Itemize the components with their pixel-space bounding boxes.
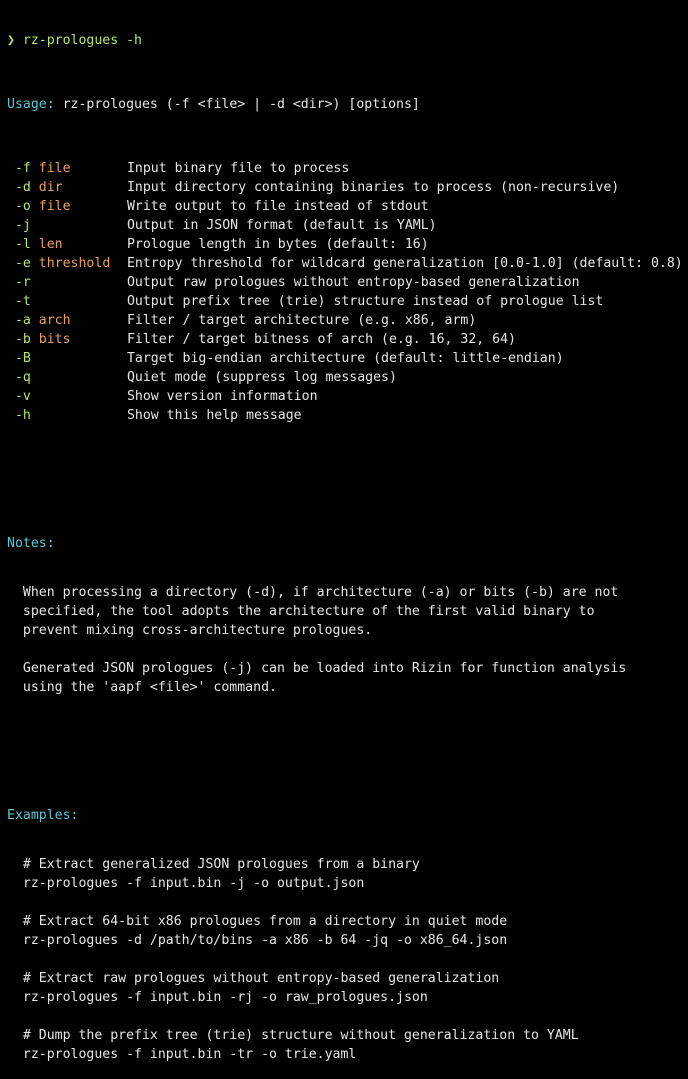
option-flag: -o [14, 199, 31, 214]
option-row: -f file Input binary file to process [7, 159, 688, 178]
options-list: -f file Input binary file to process -d d… [7, 159, 688, 425]
notes-line: Generated JSON prologues (-j) can be loa… [7, 661, 627, 676]
terminal-window[interactable]: ❯ rz-prologues -h Usage: rz-prologues (-… [0, 0, 688, 1062]
notes-line: specified, the tool adopts the architect… [7, 604, 595, 619]
option-description: Output in JSON format (default is YAML) [126, 218, 437, 233]
option-row: -d dir Input directory containing binarie… [7, 178, 688, 197]
option-arg: arch [38, 313, 71, 328]
option-description: Output prefix tree (trie) structure inst… [126, 294, 604, 309]
option-description: Write output to file instead of stdout [126, 199, 429, 214]
example-line: rz-prologues -f input.bin -tr -o trie.ya… [7, 1047, 357, 1062]
option-flag: -h [14, 408, 31, 423]
option-flag: -b [14, 332, 31, 347]
option-flag: -v [14, 389, 31, 404]
option-flag: -q [14, 370, 31, 385]
option-row: -j Output in JSON format (default is YAML… [7, 216, 688, 235]
examples-block: # Extract generalized JSON prologues fro… [7, 855, 688, 1064]
option-description: Input directory containing binaries to p… [126, 180, 620, 195]
example-line [7, 893, 688, 912]
option-flag: -d [14, 180, 31, 195]
option-description: Show this help message [126, 408, 302, 423]
example-line [7, 950, 688, 969]
option-row: -t Output prefix tree (trie) structure in… [7, 292, 688, 311]
notes-line: using the 'aapf <file>' command. [7, 680, 277, 695]
option-description: Filter / target bitness of arch (e.g. 16… [126, 332, 516, 347]
example-line: rz-prologues -d /path/to/bins -a x86 -b … [7, 933, 508, 948]
notes-line: prevent mixing cross-architecture prolog… [7, 623, 373, 638]
option-flag: -t [14, 294, 31, 309]
option-description: Prologue length in bytes (default: 16) [126, 237, 429, 252]
option-flag: -B [14, 351, 31, 366]
examples-heading: Examples: [7, 808, 79, 823]
example-line: # Extract 64-bit x86 prologues from a di… [7, 914, 508, 929]
notes-heading: Notes: [7, 536, 55, 551]
option-flag: -l [14, 237, 31, 252]
option-row: -r Output raw prologues without entropy-b… [7, 273, 688, 292]
option-row: -b bits Filter / target bitness of arch (… [7, 330, 688, 349]
example-line: # Extract raw prologues without entropy-… [7, 971, 500, 986]
option-flag: -e [14, 256, 31, 271]
option-arg: threshold [38, 256, 111, 271]
option-arg: dir [38, 180, 63, 195]
option-row: -v Show version information [7, 387, 688, 406]
option-description: Output raw prologues without entropy-bas… [126, 275, 580, 290]
option-row: -e threshold Entropy threshold for wildca… [7, 254, 688, 273]
notes-line [7, 640, 688, 659]
usage-text: rz-prologues (-f <file> | -d <dir>) [opt… [62, 97, 420, 112]
usage-label: Usage: [7, 97, 55, 112]
option-arg: bits [38, 332, 71, 347]
option-flag: -r [14, 275, 31, 290]
option-row: -l len Prologue length in bytes (default:… [7, 235, 688, 254]
option-row: -a arch Filter / target architecture (e.g… [7, 311, 688, 330]
option-row: -q Quiet mode (suppress log messages) [7, 368, 688, 387]
option-row: -o file Write output to file instead of s… [7, 197, 688, 216]
option-description: Target big-endian architecture (default:… [126, 351, 564, 366]
example-line: # Extract generalized JSON prologues fro… [7, 857, 420, 872]
notes-block: When processing a directory (-d), if arc… [7, 583, 688, 697]
example-line: # Dump the prefix tree (trie) structure … [7, 1028, 579, 1043]
prompt-symbol: ❯ [7, 33, 15, 48]
notes-line: When processing a directory (-d), if arc… [7, 585, 619, 600]
option-flag: -j [14, 218, 31, 233]
example-line [7, 1007, 688, 1026]
option-description: Entropy threshold for wildcard generaliz… [126, 256, 683, 271]
option-arg: file [38, 199, 71, 214]
option-row: -h Show this help message [7, 406, 688, 425]
example-line: rz-prologues -f input.bin -j -o output.j… [7, 876, 365, 891]
option-description: Quiet mode (suppress log messages) [126, 370, 397, 385]
example-line: rz-prologues -f input.bin -rj -o raw_pro… [7, 990, 428, 1005]
prompt-command: rz-prologues -h [22, 33, 142, 48]
option-arg: len [38, 237, 63, 252]
option-description: Filter / target architecture (e.g. x86, … [126, 313, 477, 328]
usage-line: Usage: rz-prologues (-f <file> | -d <dir… [7, 95, 688, 114]
option-description: Input binary file to process [126, 161, 350, 176]
option-flag: -f [14, 161, 31, 176]
option-arg: file [38, 161, 71, 176]
option-row: -B Target big-endian architecture (defaul… [7, 349, 688, 368]
prompt-line: ❯ rz-prologues -h [7, 31, 688, 50]
option-flag: -a [14, 313, 31, 328]
option-description: Show version information [126, 389, 318, 404]
